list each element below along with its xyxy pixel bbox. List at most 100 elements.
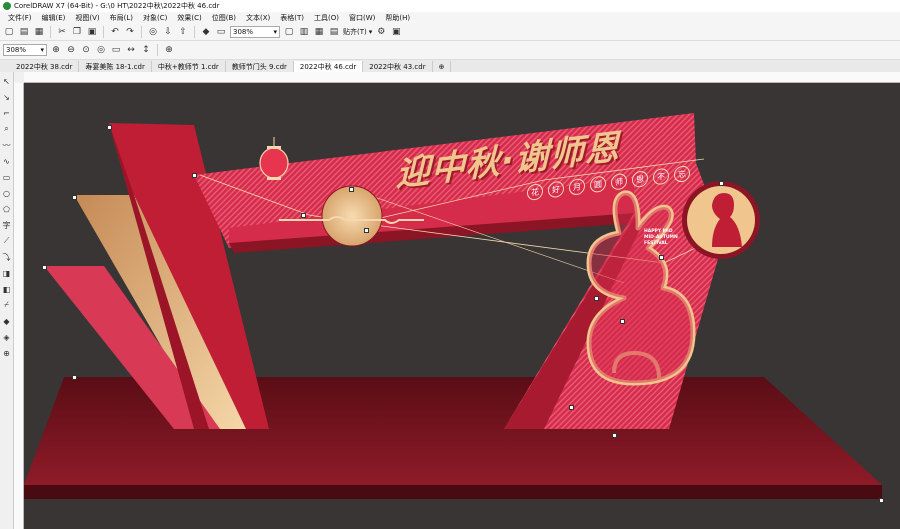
polygon-tool-icon[interactable]: ⬠ — [2, 202, 12, 216]
document-tabs: 2022中秋 38.cdr 寿宴美陈 18-1.cdr 中秋+教师节 1.cdr… — [0, 60, 900, 72]
separator — [194, 26, 195, 38]
paste-icon[interactable]: ▣ — [86, 26, 98, 38]
menu-view[interactable]: 视图(V) — [70, 13, 104, 23]
interactive-fill-icon[interactable]: ◆ — [2, 314, 12, 328]
document-tab[interactable]: 中秋+教师节 1.cdr — [152, 61, 226, 72]
selection-node-handle[interactable] — [107, 125, 112, 130]
english-line: FESTIVAL — [644, 241, 668, 246]
selection-node-handle[interactable] — [72, 375, 77, 380]
zoom-tool-icon[interactable]: ⌕ — [2, 122, 12, 136]
selection-node-handle[interactable] — [364, 228, 369, 233]
menu-edit[interactable]: 编辑(E) — [37, 13, 71, 23]
zoom-to-selected-icon[interactable]: ⊙ — [80, 44, 92, 56]
drop-shadow-icon[interactable]: ◨ — [2, 266, 12, 280]
open-icon[interactable]: ▤ — [18, 26, 30, 38]
lantern — [259, 137, 289, 180]
rectangle-tool-icon[interactable]: ▭ — [2, 170, 12, 184]
zoom-levels-value: 308% — [6, 46, 27, 54]
vertical-ruler[interactable] — [14, 83, 24, 529]
subtitle-char: 恩 — [632, 170, 648, 189]
document-tab[interactable]: 教师节门头 9.cdr — [226, 61, 294, 72]
floor-front — [24, 485, 882, 499]
subtitle-char: 好 — [548, 180, 564, 199]
document-tab[interactable]: 2022中秋 38.cdr — [10, 61, 80, 72]
selection-node-handle[interactable] — [879, 498, 884, 503]
add-tab-button[interactable]: ⊕ — [433, 61, 452, 72]
drawing-canvas[interactable]: 迎中秋·谢师恩 花 好 月 圆 师 恩 不 忘 HAPPY MID MID-AU… — [24, 83, 900, 529]
smart-fill-icon[interactable]: ◈ — [2, 330, 12, 344]
menu-file[interactable]: 文件(F) — [3, 13, 37, 23]
full-screen-icon[interactable]: ▢ — [283, 26, 295, 38]
coreldraw-logo-icon — [3, 2, 11, 10]
toolbox: ↖ ↘ ⌐ ⌕ 〰 ∿ ▭ ○ ⬠ 字 ⟋ ⤵ ◨ ◧ ⌿ ◆ ◈ ⊕ — [0, 72, 14, 529]
selection-node-handle[interactable] — [192, 173, 197, 178]
selection-node-handle[interactable] — [719, 181, 724, 186]
selection-node-handle[interactable] — [594, 296, 599, 301]
selection-node-handle[interactable] — [620, 319, 625, 324]
freehand-tool-icon[interactable]: 〰 — [2, 138, 12, 152]
subtitle-char: 月 — [569, 177, 585, 196]
selection-node-handle[interactable] — [659, 255, 664, 260]
show-rulers-icon[interactable]: ▥ — [298, 26, 310, 38]
document-tab[interactable]: 寿宴美陈 18-1.cdr — [79, 61, 152, 72]
menu-window[interactable]: 窗口(W) — [344, 13, 380, 23]
crop-tool-icon[interactable]: ⌐ — [2, 106, 12, 120]
menu-layout[interactable]: 布局(L) — [105, 13, 138, 23]
search-content-icon[interactable]: ◎ — [147, 26, 159, 38]
copy-icon[interactable]: ❐ — [71, 26, 83, 38]
redo-icon[interactable]: ↷ — [124, 26, 136, 38]
add-tool-icon[interactable]: ⊕ — [2, 346, 12, 360]
selection-node-handle[interactable] — [612, 433, 617, 438]
selection-node-handle[interactable] — [42, 265, 47, 270]
undo-icon[interactable]: ↶ — [109, 26, 121, 38]
import-icon[interactable]: ⇩ — [162, 26, 174, 38]
artistic-media-icon[interactable]: ∿ — [2, 154, 12, 168]
pick-tool-icon[interactable]: ↖ — [2, 74, 12, 88]
corel-connect-icon[interactable]: ◆ — [200, 26, 212, 38]
zoom-levels-dropdown[interactable]: 308% ▾ — [3, 44, 47, 56]
transparency-icon[interactable]: ◧ — [2, 282, 12, 296]
document-tab-active[interactable]: 2022中秋 46.cdr — [293, 61, 364, 72]
zoom-to-page-icon[interactable]: ▭ — [110, 44, 122, 56]
menu-help[interactable]: 帮助(H) — [380, 13, 415, 23]
welcome-screen-icon[interactable]: ▭ — [215, 26, 227, 38]
selection-node-handle[interactable] — [72, 195, 77, 200]
show-grid-icon[interactable]: ▦ — [313, 26, 325, 38]
standard-toolbar: ▢ ▤ ▦ ✂ ❐ ▣ ↶ ↷ ◎ ⇩ ⇧ ◆ ▭ 308% ▾ ▢ ▥ ▦ ▤… — [0, 24, 900, 41]
horizontal-ruler[interactable] — [24, 72, 900, 83]
connector-tool-icon[interactable]: ⤵ — [2, 250, 12, 264]
application-launcher-icon[interactable]: ▣ — [390, 26, 402, 38]
options-icon[interactable]: ⚙ — [375, 26, 387, 38]
ellipse-tool-icon[interactable]: ○ — [2, 186, 12, 200]
zoom-to-page-height-icon[interactable]: ↕ — [140, 44, 152, 56]
zoom-to-page-width-icon[interactable]: ↔ — [125, 44, 137, 56]
selection-node-handle[interactable] — [301, 213, 306, 218]
menu-text[interactable]: 文本(X) — [241, 13, 275, 23]
selection-node-handle[interactable] — [569, 405, 574, 410]
zoom-level-dropdown[interactable]: 308% ▾ — [230, 26, 280, 38]
text-tool-icon[interactable]: 字 — [2, 218, 12, 232]
snap-to-dropdown[interactable]: 贴齐(T) ▾ — [343, 27, 372, 37]
menu-table[interactable]: 表格(T) — [275, 13, 309, 23]
title-bar: CorelDRAW X7 (64-Bit) - G:\0 HT\2022中秋\2… — [0, 0, 900, 12]
save-icon[interactable]: ▦ — [33, 26, 45, 38]
chevron-down-icon: ▾ — [368, 28, 373, 36]
eyedropper-icon[interactable]: ⌿ — [2, 298, 12, 312]
shape-tool-icon[interactable]: ↘ — [2, 90, 12, 104]
menu-object[interactable]: 对象(C) — [138, 13, 172, 23]
menu-bitmaps[interactable]: 位图(B) — [207, 13, 241, 23]
export-icon[interactable]: ⇧ — [177, 26, 189, 38]
menu-effects[interactable]: 效果(C) — [172, 13, 206, 23]
show-guidelines-icon[interactable]: ▤ — [328, 26, 340, 38]
zoom-to-all-objects-icon[interactable]: ◎ — [95, 44, 107, 56]
parallel-dimension-icon[interactable]: ⟋ — [2, 234, 12, 248]
menu-tools[interactable]: 工具(O) — [309, 13, 344, 23]
zoom-in-icon[interactable]: ⊕ — [50, 44, 62, 56]
subtitle-char: 师 — [611, 172, 627, 191]
document-tab[interactable]: 2022中秋 43.cdr — [363, 61, 433, 72]
new-icon[interactable]: ▢ — [3, 26, 15, 38]
add-preset-icon[interactable]: ⊕ — [163, 44, 175, 56]
zoom-out-icon[interactable]: ⊖ — [65, 44, 77, 56]
selection-node-handle[interactable] — [349, 187, 354, 192]
cut-icon[interactable]: ✂ — [56, 26, 68, 38]
